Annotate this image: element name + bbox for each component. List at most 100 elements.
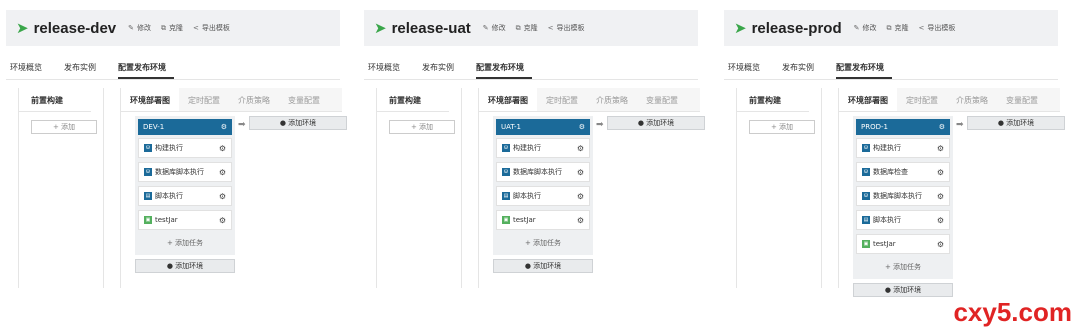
stage-name: DEV-1 xyxy=(143,123,165,131)
main-tabs: 环境概览 发布实例 配置发布环境 xyxy=(724,54,1058,80)
environment-stage: UAT-1 ⚙ ⛁ 构建执行 ⚙ ⛁ 数据库脚本执行 ⚙ ▤ 脚本执行 ⚙ ▣ … xyxy=(493,116,593,255)
tab-media-policy[interactable]: 介质策略 xyxy=(229,88,279,111)
tab-instances[interactable]: 发布实例 xyxy=(422,62,462,79)
pre-build-tab[interactable]: 前置构建 xyxy=(377,88,449,112)
task-item[interactable]: ▣ testJar ⚙ xyxy=(138,210,232,230)
task-item[interactable]: ▤ 脚本执行 ⚙ xyxy=(138,186,232,206)
gear-icon[interactable]: ⚙ xyxy=(577,144,584,153)
add-pre-build-button[interactable]: + 添加 xyxy=(31,120,97,134)
stage-header[interactable]: DEV-1 ⚙ xyxy=(138,119,232,135)
stage-name: UAT-1 xyxy=(501,123,521,131)
pencil-icon: ✎ xyxy=(853,24,860,32)
paper-plane-icon: ➤ xyxy=(16,19,29,37)
edit-button[interactable]: ✎ 修改 xyxy=(128,23,151,33)
release-panel: ➤ release-uat ✎ 修改 ⧉ 克隆 < 导出模板 环境概览 发布实例 配置… xyxy=(364,10,705,290)
gear-icon[interactable]: ⚙ xyxy=(221,123,227,131)
gear-icon[interactable]: ⚙ xyxy=(579,123,585,131)
task-icon: ▣ xyxy=(502,216,510,224)
tab-deploy-diagram[interactable]: 环境部署图 xyxy=(121,88,179,111)
tab-deploy-diagram[interactable]: 环境部署图 xyxy=(479,88,537,111)
clone-button[interactable]: ⧉ 克隆 xyxy=(161,23,183,33)
gear-icon[interactable]: ⚙ xyxy=(577,216,584,225)
add-environment-button[interactable]: ● 添加环境 xyxy=(607,116,705,130)
pre-build-column: 前置构建 + 添加 xyxy=(376,88,462,288)
tab-variables[interactable]: 变量配置 xyxy=(997,88,1047,111)
export-template-button[interactable]: < 导出模板 xyxy=(919,23,956,33)
edit-button[interactable]: ✎ 修改 xyxy=(483,23,506,33)
pre-build-tab[interactable]: 前置构建 xyxy=(19,88,91,112)
tab-media-policy[interactable]: 介质策略 xyxy=(587,88,637,111)
clone-button[interactable]: ⧉ 克隆 xyxy=(887,23,909,33)
plus-circle-icon: ● xyxy=(884,286,891,294)
tab-config-env[interactable]: 配置发布环境 xyxy=(118,62,174,79)
gear-icon[interactable]: ⚙ xyxy=(219,168,226,177)
tab-config-env[interactable]: 配置发布环境 xyxy=(476,62,532,79)
task-item[interactable]: ⛁ 数据库脚本执行 ⚙ xyxy=(138,162,232,182)
gear-icon[interactable]: ⚙ xyxy=(939,123,945,131)
tab-instances[interactable]: 发布实例 xyxy=(64,62,104,79)
task-item[interactable]: ▣ testJar ⚙ xyxy=(856,234,950,254)
tab-instances[interactable]: 发布实例 xyxy=(782,62,822,79)
task-item[interactable]: ⛁ 数据库检查 ⚙ xyxy=(856,162,950,182)
gear-icon[interactable]: ⚙ xyxy=(577,168,584,177)
pencil-icon: ✎ xyxy=(128,24,135,32)
task-item[interactable]: ⛁ 构建执行 ⚙ xyxy=(496,138,590,158)
add-environment-button[interactable]: ● 添加环境 xyxy=(493,259,593,273)
gear-icon[interactable]: ⚙ xyxy=(937,192,944,201)
edit-button[interactable]: ✎ 修改 xyxy=(854,23,877,33)
add-pre-build-button[interactable]: + 添加 xyxy=(389,120,455,134)
stage-header[interactable]: PROD-1 ⚙ xyxy=(856,119,950,135)
tab-overview[interactable]: 环境概览 xyxy=(10,62,50,79)
add-environment-button[interactable]: ● 添加环境 xyxy=(135,259,235,273)
task-item[interactable]: ▣ testJar ⚙ xyxy=(496,210,590,230)
task-item[interactable]: ▤ 脚本执行 ⚙ xyxy=(496,186,590,206)
tab-overview[interactable]: 环境概览 xyxy=(728,62,768,79)
task-icon: ▣ xyxy=(144,216,152,224)
paper-plane-icon: ➤ xyxy=(734,19,747,37)
export-template-button[interactable]: < 导出模板 xyxy=(193,23,230,33)
tab-overview[interactable]: 环境概览 xyxy=(368,62,408,79)
add-pre-build-button[interactable]: + 添加 xyxy=(749,120,815,134)
task-item[interactable]: ⛁ 构建执行 ⚙ xyxy=(856,138,950,158)
tab-schedule[interactable]: 定时配置 xyxy=(897,88,947,111)
gear-icon[interactable]: ⚙ xyxy=(937,168,944,177)
export-template-button[interactable]: < 导出模板 xyxy=(548,23,585,33)
tab-variables[interactable]: 变量配置 xyxy=(279,88,329,111)
task-item[interactable]: ⛁ 数据库脚本执行 ⚙ xyxy=(496,162,590,182)
add-environment-button[interactable]: ● 添加环境 xyxy=(249,116,347,130)
gear-icon[interactable]: ⚙ xyxy=(937,144,944,153)
gear-icon[interactable]: ⚙ xyxy=(937,216,944,225)
add-environment-button[interactable]: ● 添加环境 xyxy=(853,283,953,297)
pre-build-tab[interactable]: 前置构建 xyxy=(737,88,809,112)
gear-icon[interactable]: ⚙ xyxy=(219,192,226,201)
arrow-right-icon: ➡ xyxy=(596,120,604,130)
tab-variables[interactable]: 变量配置 xyxy=(637,88,687,111)
gear-icon[interactable]: ⚙ xyxy=(937,240,944,249)
stage-header[interactable]: UAT-1 ⚙ xyxy=(496,119,590,135)
tab-media-policy[interactable]: 介质策略 xyxy=(947,88,997,111)
gear-icon[interactable]: ⚙ xyxy=(219,144,226,153)
task-icon: ▤ xyxy=(502,192,510,200)
tab-schedule[interactable]: 定时配置 xyxy=(537,88,587,111)
add-task-button[interactable]: + 添加任务 xyxy=(496,234,590,252)
task-icon: ⛁ xyxy=(862,144,870,152)
add-task-button[interactable]: + 添加任务 xyxy=(138,234,232,252)
arrow-right-icon: ➡ xyxy=(238,120,246,130)
pre-build-column: 前置构建 + 添加 xyxy=(736,88,822,288)
add-env-label: 添加环境 xyxy=(175,262,204,270)
task-item[interactable]: ⛁ 数据库脚本执行 ⚙ xyxy=(856,186,950,206)
edit-label: 修改 xyxy=(862,24,877,32)
gear-icon[interactable]: ⚙ xyxy=(219,216,226,225)
clone-button[interactable]: ⧉ 克隆 xyxy=(516,23,538,33)
task-item[interactable]: ⛁ 构建执行 ⚙ xyxy=(138,138,232,158)
tab-deploy-diagram[interactable]: 环境部署图 xyxy=(839,88,897,111)
add-task-button[interactable]: + 添加任务 xyxy=(856,258,950,276)
clone-label: 克隆 xyxy=(169,24,184,32)
tab-schedule[interactable]: 定时配置 xyxy=(179,88,229,111)
gear-icon[interactable]: ⚙ xyxy=(577,192,584,201)
deploy-tabs: 环境部署图 定时配置 介质策略 变量配置 xyxy=(121,88,342,112)
add-environment-button[interactable]: ● 添加环境 xyxy=(967,116,1065,130)
task-item[interactable]: ▤ 脚本执行 ⚙ xyxy=(856,210,950,230)
export-label: 导出模板 xyxy=(927,24,956,32)
tab-config-env[interactable]: 配置发布环境 xyxy=(836,62,892,79)
